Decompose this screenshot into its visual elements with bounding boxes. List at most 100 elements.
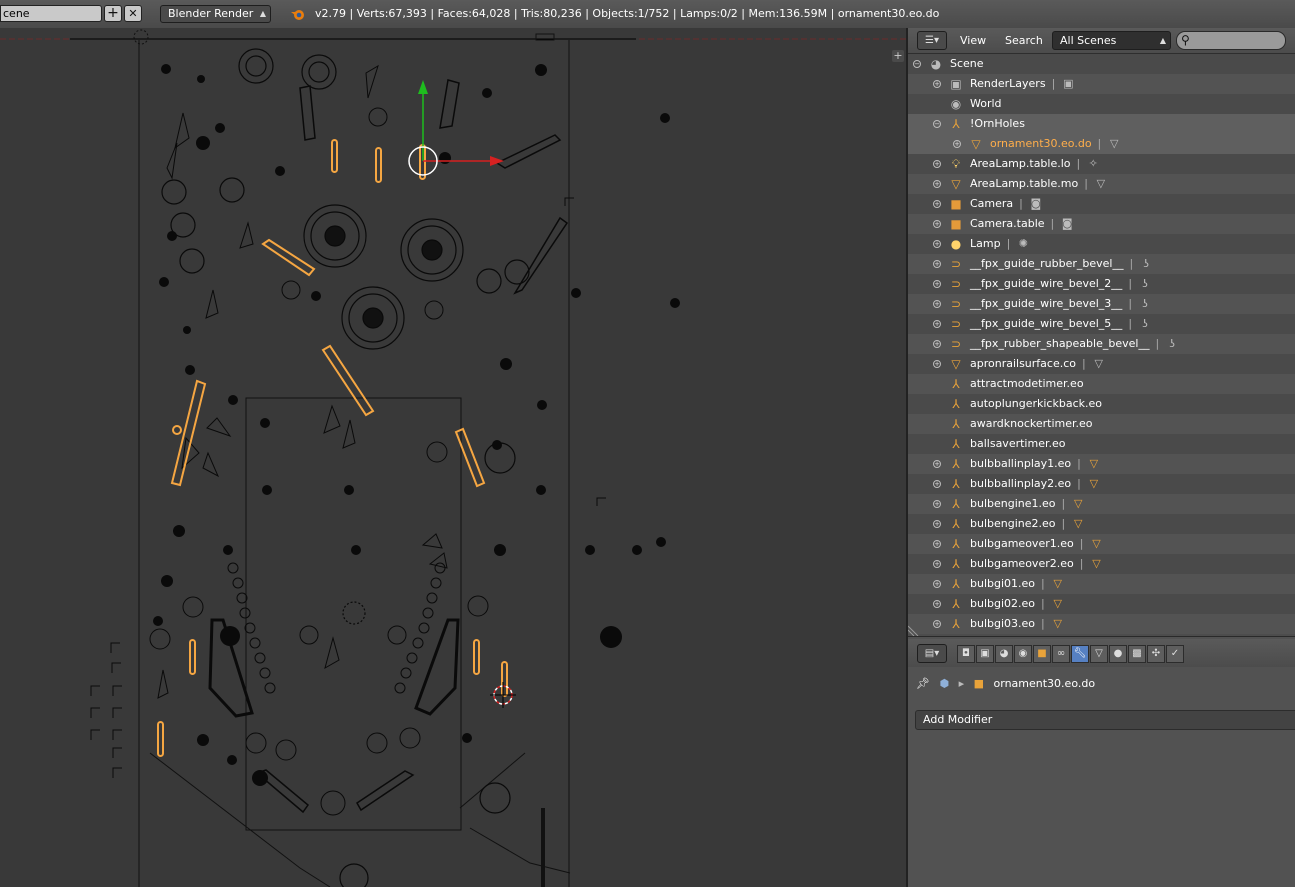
empty-icon: ⅄ xyxy=(952,597,960,611)
tree-row-lamp[interactable]: + ● Lamp | ✺ xyxy=(908,234,1295,254)
mesh-child-icon: ▽ xyxy=(1092,557,1101,570)
search-menu[interactable]: Search xyxy=(1005,34,1043,47)
tree-row-label: Scene xyxy=(950,57,984,70)
tree-row-scene[interactable]: − ◕ Scene xyxy=(908,54,1295,74)
world-tab-icon[interactable]: ◉ xyxy=(1014,645,1032,663)
tree-row-bulbengine1[interactable]: + ⅄ bulbengine1.eo | ▽ xyxy=(908,494,1295,514)
tree-row-awardknockertimer[interactable]: ⅄ awardknockertimer.eo xyxy=(908,414,1295,434)
expand-icon[interactable]: + xyxy=(933,320,941,328)
tree-row-label: bulbgi02.eo xyxy=(970,597,1036,610)
renderlayers-tab-icon[interactable]: ▣ xyxy=(976,645,994,663)
tree-row-bulbengine2[interactable]: + ⅄ bulbengine2.eo | ▽ xyxy=(908,514,1295,534)
tree-row-guide-wire-bevel-3[interactable]: + ⊃ __fpx_guide_wire_bevel_3__ | ʖ xyxy=(908,294,1295,314)
curve-data-icon: ʖ xyxy=(1143,257,1149,270)
tree-row-autoplungerkickback[interactable]: ⅄ autoplungerkickback.eo xyxy=(908,394,1295,414)
expand-icon[interactable]: + xyxy=(933,260,941,268)
pinball-table-wireframe[interactable] xyxy=(0,28,906,887)
tree-row-bulbgi03[interactable]: + ⅄ bulbgi03.eo | ▽ xyxy=(908,614,1295,634)
resize-grip-icon[interactable] xyxy=(908,622,922,636)
view-menu[interactable]: View xyxy=(960,34,986,47)
collapse-icon[interactable]: − xyxy=(933,120,941,128)
expand-icon[interactable]: + xyxy=(933,200,941,208)
tree-row-guide-rubber-bevel[interactable]: + ⊃ __fpx_guide_rubber_bevel__ | ʖ xyxy=(908,254,1295,274)
expand-icon[interactable]: + xyxy=(933,160,941,168)
material-tab-icon[interactable]: ● xyxy=(1109,645,1127,663)
tree-row-attractmodetimer[interactable]: ⅄ attractmodetimer.eo xyxy=(908,374,1295,394)
expand-icon[interactable]: + xyxy=(933,220,941,228)
curve-icon: ⊃ xyxy=(950,297,962,311)
expand-icon[interactable]: + xyxy=(933,280,941,288)
tree-row-arealamp-mo[interactable]: + ▽ AreaLamp.table.mo | ▽ xyxy=(908,174,1295,194)
tree-row-guide-wire-bevel-5[interactable]: + ⊃ __fpx_guide_wire_bevel_5__ | ʖ xyxy=(908,314,1295,334)
scene-name-field[interactable]: cene xyxy=(0,5,102,22)
modifiers-tab-icon[interactable]: 🔧︎ xyxy=(1071,645,1089,663)
outliner-search-input[interactable]: ⚲ xyxy=(1176,31,1286,50)
expand-icon[interactable]: + xyxy=(933,300,941,308)
expand-icon[interactable]: + xyxy=(933,620,941,628)
editor-type-select[interactable]: ▤▾ xyxy=(917,644,947,663)
render-engine-select[interactable]: Blender Render ▲ xyxy=(160,5,271,23)
tree-row-rubber-shapeable-bevel[interactable]: + ⊃ __fpx_rubber_shapeable_bevel__ | ʖ xyxy=(908,334,1295,354)
texture-tab-icon[interactable]: ▩ xyxy=(1128,645,1146,663)
tree-row-bulbballinplay1[interactable]: + ⅄ bulbballinplay1.eo | ▽ xyxy=(908,454,1295,474)
tree-row-label: ornament30.eo.do xyxy=(990,137,1092,150)
expand-icon[interactable]: + xyxy=(933,560,941,568)
expand-icon[interactable]: + xyxy=(933,580,941,588)
mesh-child-icon: ▽ xyxy=(1089,477,1099,490)
mesh-child-icon: ▽ xyxy=(1053,617,1062,630)
toolshelf-toggle-button[interactable]: + xyxy=(892,50,904,62)
tree-row-ballsavertimer[interactable]: ⅄ ballsavertimer.eo xyxy=(908,434,1295,454)
data-tab-icon[interactable]: ▽ xyxy=(1090,645,1108,663)
tree-row-ornament30[interactable]: + ▽ ornament30.eo.do | ▽ xyxy=(908,134,1295,154)
tree-row-bulbballinplay2[interactable]: + ⅄ bulbballinplay2.eo | ▽ xyxy=(908,474,1295,494)
display-mode-select[interactable]: All Scenes ▲ xyxy=(1052,31,1171,50)
tree-row-label: bulbballinplay2.eo xyxy=(970,477,1072,490)
tree-row-ornholes[interactable]: − ⅄ !OrnHoles xyxy=(908,114,1295,134)
3d-viewport[interactable]: + xyxy=(0,28,906,887)
editor-type-select[interactable]: ☰▾ xyxy=(917,31,947,50)
render-tab-icon[interactable]: ◘ xyxy=(957,645,975,663)
tree-row-bulbgi01[interactable]: + ⅄ bulbgi01.eo | ▽ xyxy=(908,574,1295,594)
expand-icon[interactable]: + xyxy=(953,140,961,148)
expand-icon[interactable]: + xyxy=(933,600,941,608)
lamp-data-icon: ✺ xyxy=(1018,237,1028,250)
object-tab-icon[interactable]: ■ xyxy=(1033,645,1051,663)
tree-row-renderlayers[interactable]: + ▣ RenderLayers | ▣ xyxy=(908,74,1295,94)
expand-icon[interactable]: + xyxy=(933,360,941,368)
delete-scene-button[interactable]: ✕ xyxy=(124,5,142,22)
physics-tab-icon[interactable]: ✓ xyxy=(1166,645,1184,663)
properties-panel: ▤▾ ◘ ▣ ◕ ◉ ■ ∞ 🔧︎ ▽ ● ▩ ✣ ✓ 📌︎ ⬢ ▸ ■ orn… xyxy=(908,637,1295,887)
expand-icon[interactable]: + xyxy=(933,500,941,508)
mesh-data-icon: ▽ xyxy=(1094,357,1103,370)
tree-row-bulbgi02[interactable]: + ⅄ bulbgi02.eo | ▽ xyxy=(908,594,1295,614)
expand-icon[interactable]: + xyxy=(933,340,941,348)
expand-icon[interactable]: + xyxy=(933,520,941,528)
tree-row-arealamp-lo[interactable]: + 💡︎ AreaLamp.table.lo | ✧ xyxy=(908,154,1295,174)
pin-icon[interactable]: 📌︎ xyxy=(916,677,930,690)
curve-data-icon: ʖ xyxy=(1142,297,1148,310)
constraints-tab-icon[interactable]: ∞ xyxy=(1052,645,1070,663)
tree-row-label: AreaLamp.table.mo xyxy=(970,177,1079,190)
empty-icon: ⅄ xyxy=(952,477,960,491)
tree-row-apronrailsurface[interactable]: + ▽ apronrailsurface.co | ▽ xyxy=(908,354,1295,374)
curve-icon: ⊃ xyxy=(950,317,962,331)
expand-icon[interactable]: + xyxy=(933,240,941,248)
particles-tab-icon[interactable]: ✣ xyxy=(1147,645,1165,663)
expand-icon[interactable]: + xyxy=(933,180,941,188)
expand-icon[interactable]: + xyxy=(933,480,941,488)
tree-row-world[interactable]: ◉ World xyxy=(908,94,1295,114)
scene-tab-icon[interactable]: ◕ xyxy=(995,645,1013,663)
tree-row-guide-wire-bevel-2[interactable]: + ⊃ __fpx_guide_wire_bevel_2__ | ʖ xyxy=(908,274,1295,294)
expand-icon[interactable]: + xyxy=(933,80,941,88)
add-modifier-button[interactable]: Add Modifier xyxy=(915,710,1295,730)
properties-breadcrumb: 📌︎ ⬢ ▸ ■ ornament30.eo.do xyxy=(916,677,1101,693)
collapse-icon[interactable]: − xyxy=(913,60,921,68)
tree-row-camera[interactable]: + ■ Camera | ◙ xyxy=(908,194,1295,214)
add-scene-button[interactable]: + xyxy=(104,5,122,22)
tree-row-bulbgameover1[interactable]: + ⅄ bulbgameover1.eo | ▽ xyxy=(908,534,1295,554)
expand-icon[interactable]: + xyxy=(933,540,941,548)
expand-icon[interactable]: + xyxy=(933,460,941,468)
tree-row-bulbgameover2[interactable]: + ⅄ bulbgameover2.eo | ▽ xyxy=(908,554,1295,574)
tree-row-camera-table[interactable]: + ■ Camera.table | ◙ xyxy=(908,214,1295,234)
tree-row-label: bulbengine1.eo xyxy=(970,497,1056,510)
